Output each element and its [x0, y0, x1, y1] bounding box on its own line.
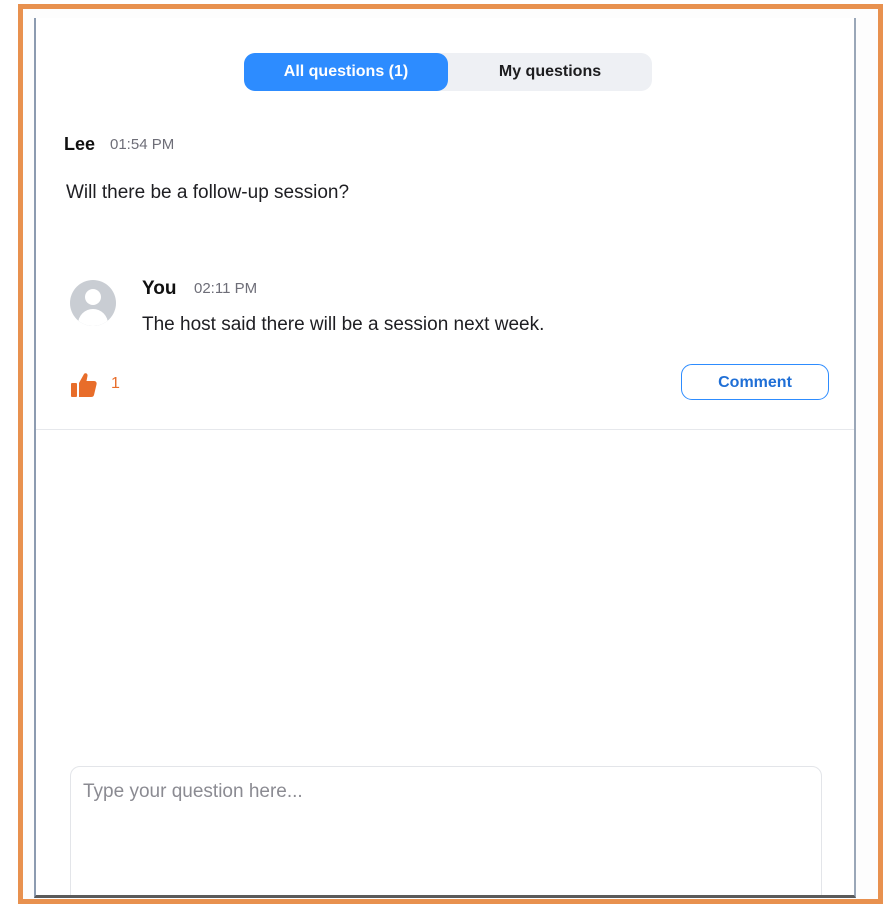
reply-author: You [142, 278, 177, 299]
reply-text: The host said there will be a session ne… [142, 314, 545, 335]
avatar-body [78, 309, 108, 326]
avatar-head [85, 289, 101, 305]
question-input[interactable] [70, 766, 822, 895]
tab-all-questions[interactable]: All questions (1) [244, 53, 448, 91]
question-tabs: All questions (1) My questions [244, 53, 652, 91]
reply-timestamp: 02:11 PM [194, 280, 258, 297]
tab-my-questions[interactable]: My questions [448, 53, 652, 91]
thumbs-up-glyph [71, 373, 97, 397]
thumbs-up-icon[interactable] [70, 372, 98, 398]
qa-panel: All questions (1) My questions Lee 01:54… [34, 18, 856, 898]
upvote-count: 1 [111, 375, 120, 392]
divider [36, 429, 854, 430]
question-author: Lee [64, 134, 96, 154]
avatar [70, 280, 116, 326]
question-timestamp: 01:54 PM [110, 136, 175, 153]
question-text: Will there be a follow-up session? [66, 182, 350, 203]
comment-button[interactable]: Comment [681, 364, 829, 400]
